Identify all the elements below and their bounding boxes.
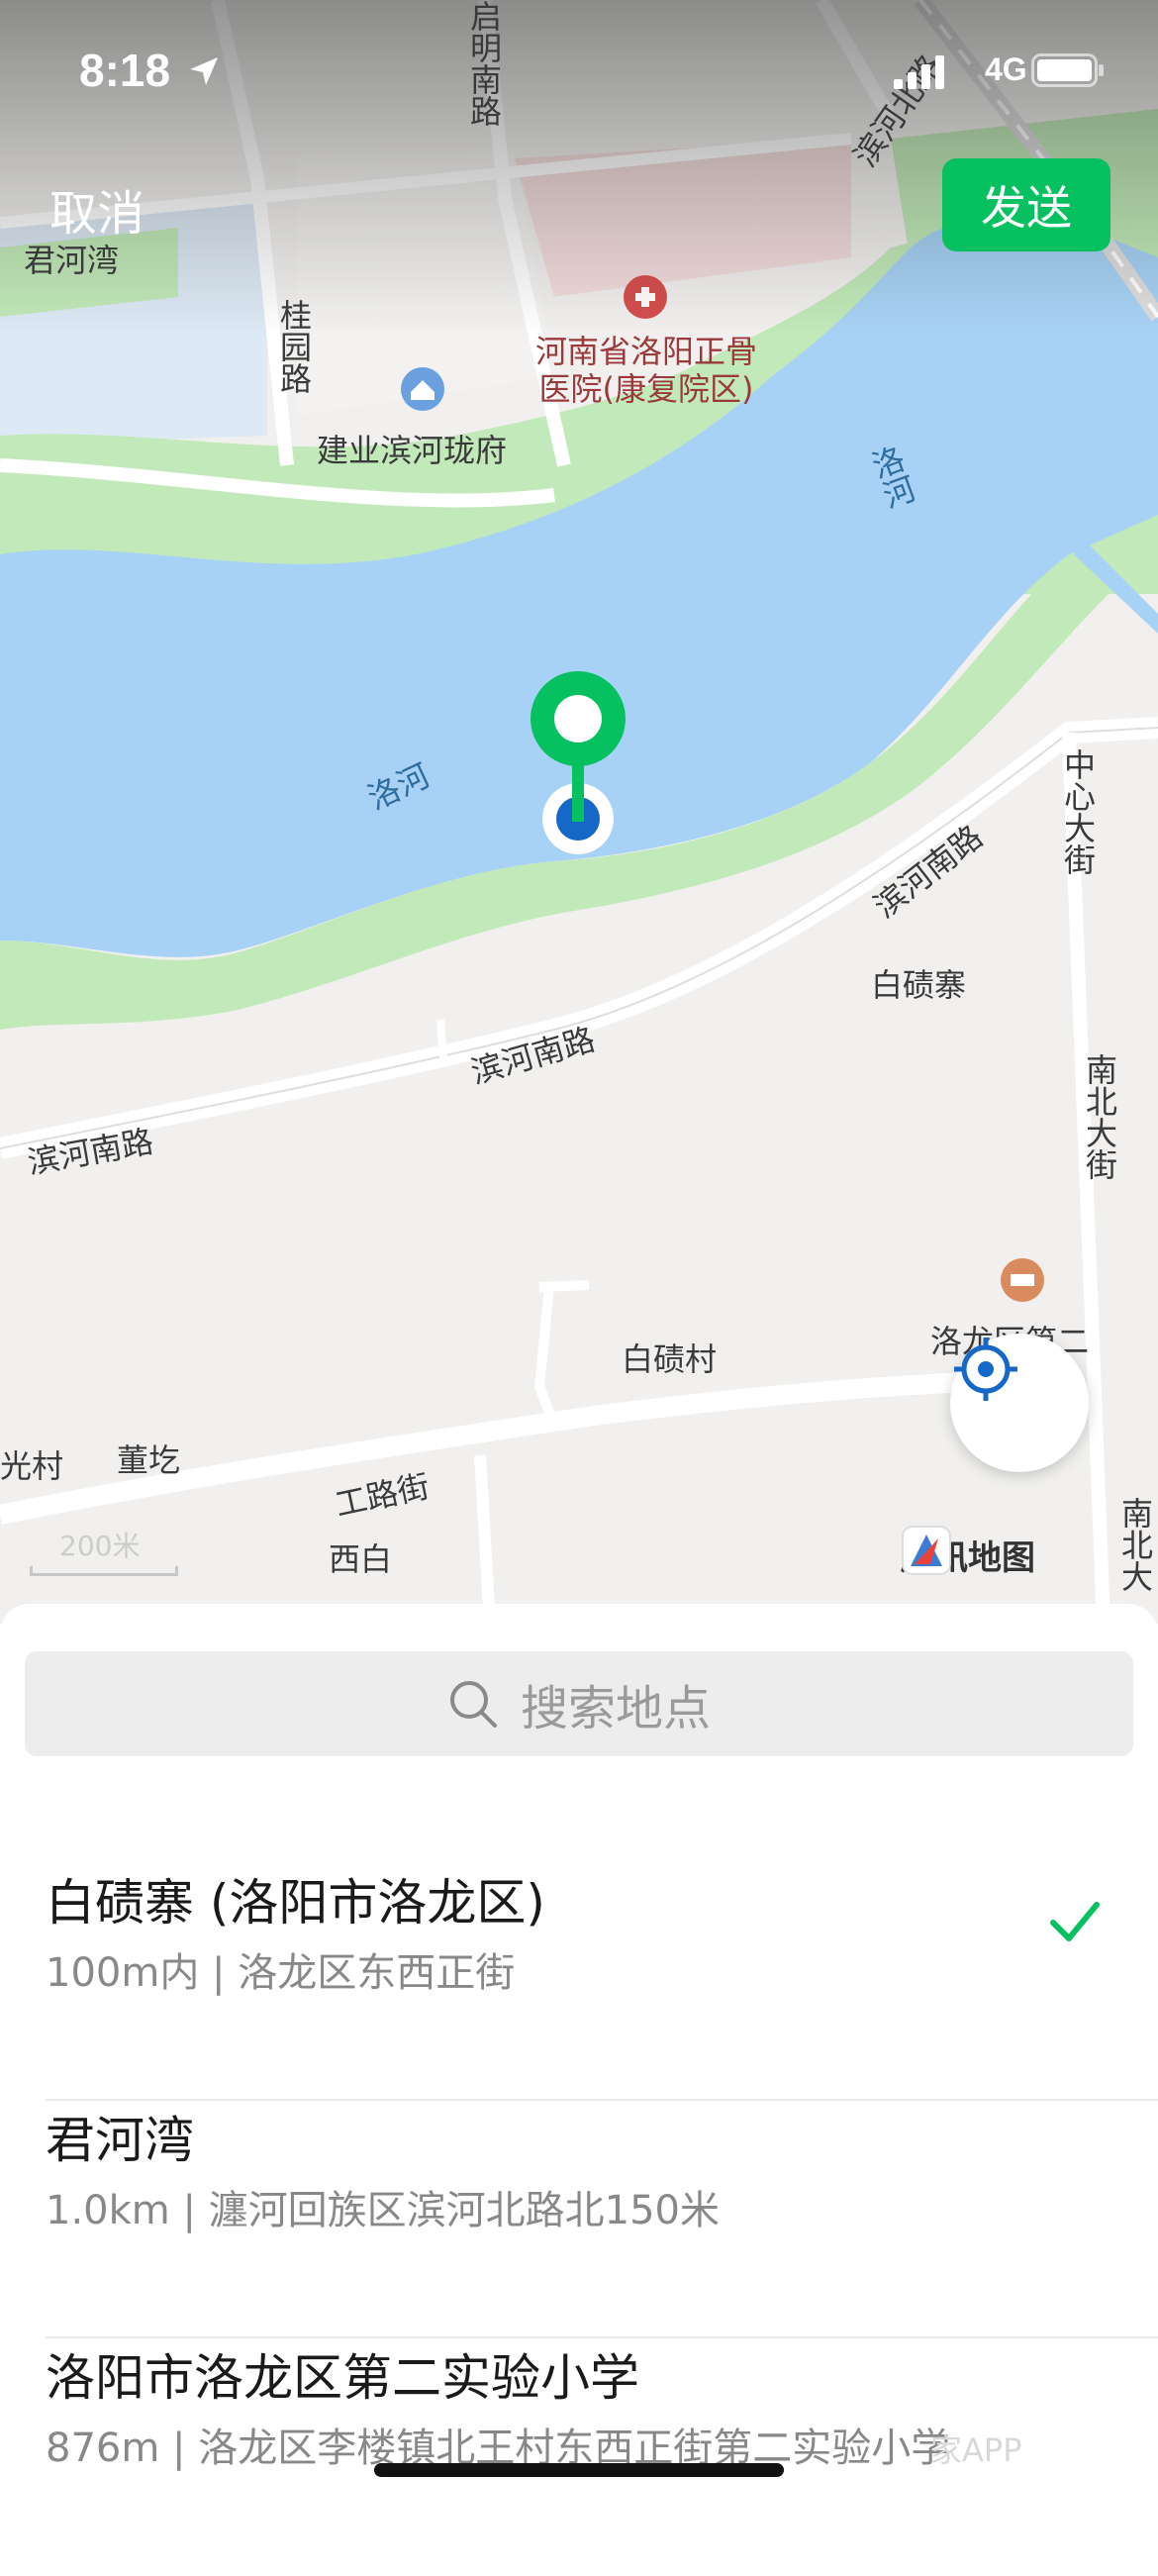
send-button[interactable]: 发送 [942,158,1110,251]
result-title: 白碛寨 (洛阳市洛龙区) [46,1874,545,1932]
watermark: 家APP [930,2431,1022,2469]
map-scale-label: 200米 [59,1530,141,1562]
map-label-dongkeng: 董圪 [117,1441,181,1479]
battery-icon [1031,53,1104,87]
map-label-nanbei-street: 南北大街 [1081,1053,1118,1180]
status-bar: 8:18 4G [0,0,1158,139]
map-label-jianye[interactable]: 建业滨河珑府 [317,426,507,471]
result-item-1[interactable]: 白碛寨 (洛阳市洛龙区) 100m内 | 洛龙区东西正街 [46,1863,1158,2101]
map-label-baijicun: 白碛村 [622,1340,718,1378]
result-title: 君河湾 [46,2112,194,2169]
map-label-xibai: 西白 [329,1540,393,1578]
result-item-2[interactable]: 君河湾 1.0km | 瀍河回族区滨河北路北150米 [46,2101,1158,2338]
signal-strength-icon [894,55,944,89]
status-time: 8:18 [79,45,171,96]
crosshair-icon [954,1338,1017,1401]
result-title: 洛阳市洛龙区第二实验小学 [46,2349,639,2407]
location-sheet: 搜索地点 白碛寨 (洛阳市洛龙区) 100m内 | 洛龙区东西正街 君河湾 1.… [0,1604,1158,2507]
map-label-zhongxin-street: 中心大街 [1059,748,1097,875]
map-scale: 200米 [30,1525,178,1580]
tencent-map-logo: 腾讯地图 [901,1525,1035,1584]
map-label-guiyuan-road: 桂园路 [275,299,313,394]
search-icon [449,1681,497,1728]
result-subtitle: 1.0km | 瀍河回族区滨河北路北150米 [46,2188,720,2233]
home-indicator[interactable] [374,2463,784,2477]
selected-check-icon [1050,1902,1100,1941]
map-label-baijizhai[interactable]: 白碛寨 [871,960,966,1006]
network-type: 4G [985,51,1027,87]
tencent-map-icon [902,1526,951,1575]
cancel-button[interactable]: 取消 [49,174,145,244]
map-label-hospital[interactable]: 河南省洛阳正骨医院(康复院区) [521,333,772,408]
map-label-nanbei-street-2: 南北大 [1116,1497,1154,1592]
location-arrow-icon [190,57,218,85]
map-label-guangcun: 光村 [0,1447,64,1485]
locate-me-button[interactable] [950,1334,1089,1472]
search-bar[interactable]: 搜索地点 [25,1651,1133,1756]
search-placeholder: 搜索地点 [520,1681,711,1736]
result-subtitle: 100m内 | 洛龙区东西正街 [46,1950,516,1996]
